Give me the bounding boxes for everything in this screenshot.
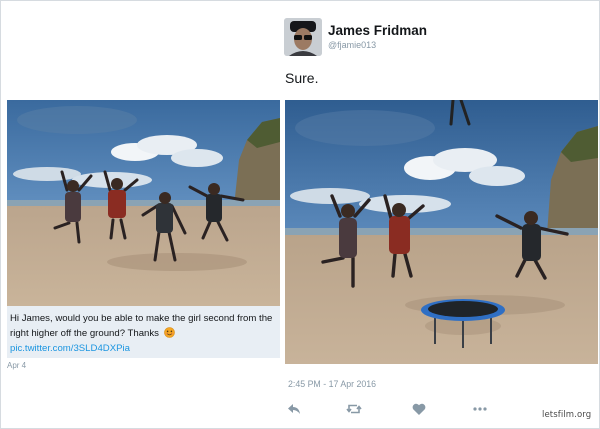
caption-message: Hi James, would you be able to make the …	[10, 313, 273, 339]
request-date: Apr 4	[7, 361, 27, 370]
tweet-timestamp[interactable]: 2:45 PM - 17 Apr 2016	[288, 379, 376, 389]
reply-icon[interactable]	[286, 401, 302, 417]
tweet-actions	[286, 401, 516, 417]
watermark: letsfilm.org	[542, 410, 592, 420]
like-icon[interactable]	[411, 401, 427, 417]
username[interactable]: @fjamie013	[328, 40, 376, 50]
caption-pic-link[interactable]: pic.twitter.com/3SLD4DXPia	[10, 343, 130, 354]
tweet-text: Sure.	[285, 70, 319, 86]
request-caption: Hi James, would you be able to make the …	[7, 306, 280, 358]
more-icon[interactable]	[472, 401, 488, 417]
avatar-image	[284, 18, 322, 56]
request-photo[interactable]	[7, 100, 280, 306]
display-name[interactable]: James Fridman	[328, 23, 427, 38]
reply-photo[interactable]	[285, 100, 598, 364]
request-caption-text: Hi James, would you be able to make the …	[10, 311, 278, 356]
smiling-face-emoji-icon	[163, 327, 175, 338]
avatar[interactable]	[284, 18, 322, 56]
retweet-icon[interactable]	[346, 401, 362, 417]
